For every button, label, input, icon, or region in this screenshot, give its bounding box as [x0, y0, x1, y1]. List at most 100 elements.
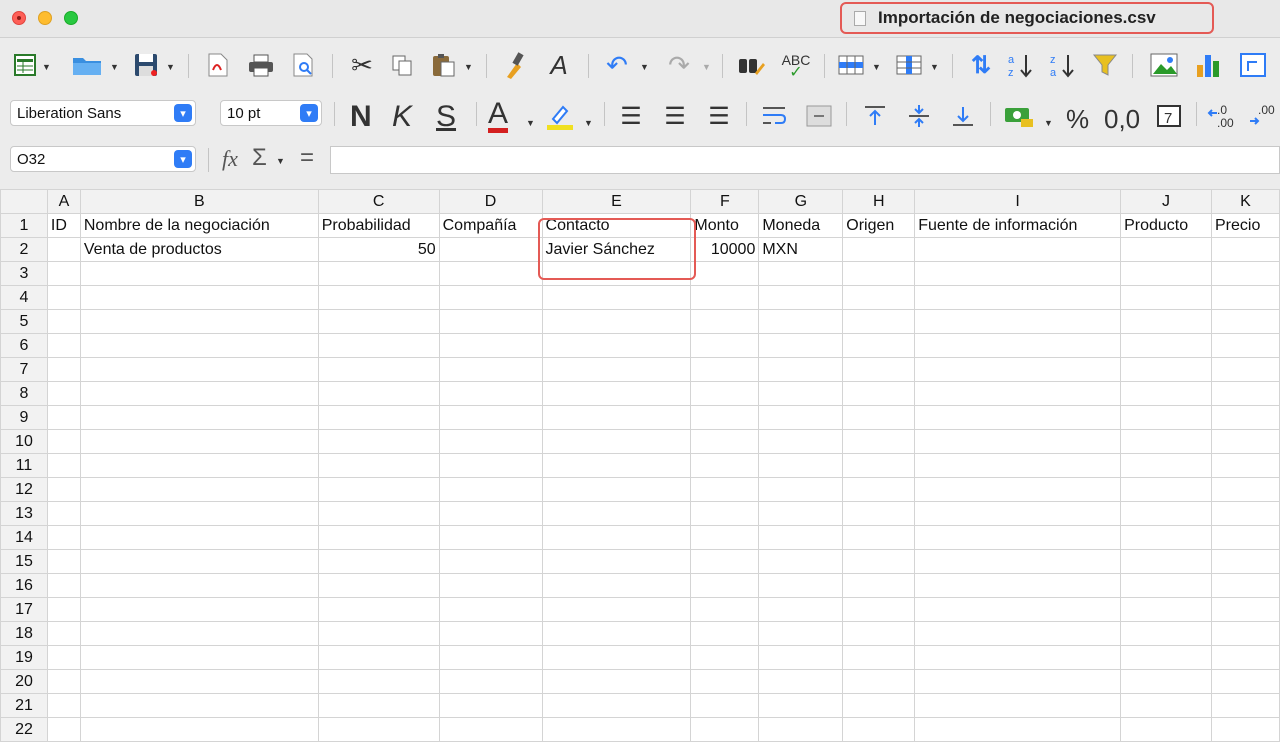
cell-b19[interactable]	[79, 645, 319, 670]
column-header-j[interactable]: J	[1120, 189, 1212, 214]
cell-d9[interactable]	[438, 405, 543, 430]
cell-i20[interactable]	[914, 669, 1122, 694]
column-header-c[interactable]: C	[317, 189, 440, 214]
cell-d14[interactable]	[438, 525, 543, 550]
cell-c12[interactable]	[317, 477, 440, 502]
cell-a17[interactable]	[46, 597, 81, 622]
cell-f12[interactable]	[690, 477, 760, 502]
autofilter-icon[interactable]	[1090, 50, 1120, 80]
cell-f2[interactable]: 10000	[690, 237, 760, 262]
cell-k10[interactable]	[1210, 429, 1280, 454]
cell-g21[interactable]	[758, 693, 844, 718]
cell-j17[interactable]	[1120, 597, 1212, 622]
row-header[interactable]: 9	[0, 405, 48, 430]
cell-g4[interactable]	[758, 285, 844, 310]
cell-i3[interactable]	[914, 261, 1122, 286]
cell-d22[interactable]	[438, 717, 543, 742]
row-header[interactable]: 18	[0, 621, 48, 646]
cell-g5[interactable]	[758, 309, 844, 334]
cell-d18[interactable]	[438, 621, 543, 646]
align-top-icon[interactable]	[860, 102, 890, 130]
cell-g2[interactable]: MXN	[758, 237, 844, 262]
cell-e5[interactable]	[541, 309, 692, 334]
cell-i11[interactable]	[914, 453, 1122, 478]
cell-j2[interactable]	[1120, 237, 1212, 262]
cell-j1[interactable]: Producto	[1120, 213, 1212, 238]
cell-k17[interactable]	[1210, 597, 1280, 622]
cell-e10[interactable]	[541, 429, 692, 454]
column-header-k[interactable]: K	[1210, 189, 1280, 214]
cell-d16[interactable]	[438, 573, 543, 598]
cell-j5[interactable]	[1120, 309, 1212, 334]
cell-h20[interactable]	[842, 669, 916, 694]
cell-h16[interactable]	[842, 573, 916, 598]
row-header[interactable]: 5	[0, 309, 48, 334]
cell-f8[interactable]	[690, 381, 760, 406]
cell-c19[interactable]	[317, 645, 440, 670]
row-header[interactable]: 8	[0, 381, 48, 406]
cell-c14[interactable]	[317, 525, 440, 550]
cell-d17[interactable]	[438, 597, 543, 622]
cell-c21[interactable]	[317, 693, 440, 718]
cell-f6[interactable]	[690, 333, 760, 358]
row-header[interactable]: 13	[0, 501, 48, 526]
select-all-corner[interactable]	[0, 189, 48, 214]
cell-h9[interactable]	[842, 405, 916, 430]
cell-b22[interactable]	[79, 717, 319, 742]
cell-k12[interactable]	[1210, 477, 1280, 502]
cell-d4[interactable]	[438, 285, 543, 310]
paste-icon[interactable]	[428, 52, 458, 78]
cell-f13[interactable]	[690, 501, 760, 526]
cell-k3[interactable]	[1210, 261, 1280, 286]
cell-b21[interactable]	[79, 693, 319, 718]
cell-j13[interactable]	[1120, 501, 1212, 526]
delete-decimal-icon[interactable]: .00	[1248, 102, 1280, 130]
cell-d21[interactable]	[438, 693, 543, 718]
row-icon[interactable]	[836, 52, 866, 78]
cell-b9[interactable]	[79, 405, 319, 430]
cell-g20[interactable]	[758, 669, 844, 694]
cell-a10[interactable]	[46, 429, 81, 454]
cell-b8[interactable]	[79, 381, 319, 406]
cell-f20[interactable]	[690, 669, 760, 694]
cell-e12[interactable]	[541, 477, 692, 502]
export-pdf-icon[interactable]	[204, 52, 232, 78]
cell-k5[interactable]	[1210, 309, 1280, 334]
cell-k1[interactable]: Precio	[1210, 213, 1280, 238]
cell-a15[interactable]	[46, 549, 81, 574]
cell-c15[interactable]	[317, 549, 440, 574]
column-header-h[interactable]: H	[842, 189, 916, 214]
cell-f18[interactable]	[690, 621, 760, 646]
align-right-icon[interactable]: ☰	[704, 102, 734, 130]
cell-g19[interactable]	[758, 645, 844, 670]
cell-i15[interactable]	[914, 549, 1122, 574]
wrap-text-icon[interactable]	[760, 102, 790, 130]
cell-i21[interactable]	[914, 693, 1122, 718]
redo-dropdown-chevron-icon[interactable]: ▼	[702, 62, 711, 72]
cell-h7[interactable]	[842, 357, 916, 382]
new-spreadsheet-icon[interactable]	[12, 52, 38, 78]
cell-k2[interactable]	[1210, 237, 1280, 262]
cell-a16[interactable]	[46, 573, 81, 598]
cell-c22[interactable]	[317, 717, 440, 742]
cell-b1[interactable]: Nombre de la negociación	[79, 213, 319, 238]
cell-h11[interactable]	[842, 453, 916, 478]
cell-i10[interactable]	[914, 429, 1122, 454]
cell-e7[interactable]	[541, 357, 692, 382]
insert-image-icon[interactable]	[1146, 50, 1182, 80]
cell-h8[interactable]	[842, 381, 916, 406]
cell-b4[interactable]	[79, 285, 319, 310]
cell-b2[interactable]: Venta de productos	[79, 237, 319, 262]
row-header[interactable]: 4	[0, 285, 48, 310]
cell-j6[interactable]	[1120, 333, 1212, 358]
cell-i6[interactable]	[914, 333, 1122, 358]
cell-i1[interactable]: Fuente de información	[914, 213, 1122, 238]
cell-f14[interactable]	[690, 525, 760, 550]
cell-j20[interactable]	[1120, 669, 1212, 694]
close-window-button[interactable]	[12, 11, 26, 25]
cell-c13[interactable]	[317, 501, 440, 526]
cell-c5[interactable]	[317, 309, 440, 334]
add-decimal-icon[interactable]: .0.00	[1206, 102, 1240, 130]
cell-g10[interactable]	[758, 429, 844, 454]
cell-h17[interactable]	[842, 597, 916, 622]
